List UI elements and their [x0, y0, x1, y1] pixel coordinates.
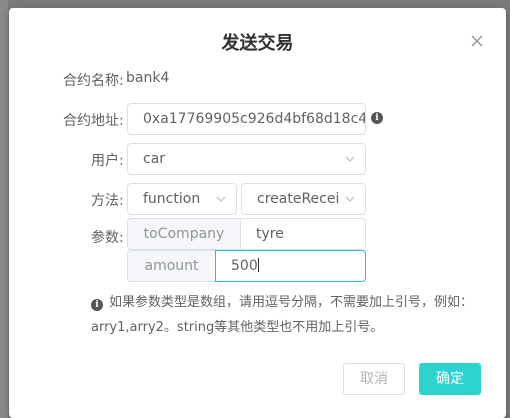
user-select[interactable]: car	[127, 143, 366, 175]
method-name-value: createReceipt	[257, 191, 339, 207]
user-label: 用户:	[91, 153, 124, 169]
dialog-title: 发送交易	[221, 33, 294, 54]
contract-name-value: bank4	[126, 70, 170, 86]
chevron-down-icon	[345, 156, 355, 162]
close-icon[interactable]	[470, 34, 484, 48]
param-name-amount: amount	[127, 250, 216, 282]
text-cursor	[257, 258, 259, 272]
send-transaction-dialog: 发送交易 合约名称: bank4 合约地址: 0xa17769905c926d4…	[9, 8, 506, 418]
method-type-select[interactable]: function	[127, 183, 237, 215]
confirm-button[interactable]: 确定	[419, 363, 481, 395]
method-label: 方法:	[91, 193, 124, 209]
info-icon: i	[91, 299, 103, 311]
param-value-amount[interactable]: 500	[215, 250, 366, 282]
cancel-button[interactable]: 取消	[343, 363, 405, 395]
param-name-tocompany: toCompany	[127, 218, 241, 250]
hint-text: 如果参数类型是数组，请用逗号分隔，不需要加上引号，例如：arry1,arry2。…	[91, 295, 474, 335]
chevron-down-icon	[345, 196, 355, 202]
contract-name-label: 合约名称:	[63, 73, 124, 89]
method-type-value: function	[143, 191, 201, 207]
info-icon: i	[371, 112, 383, 124]
param-value-amount-text: 500	[231, 258, 258, 274]
contract-address-label: 合约地址:	[63, 113, 124, 129]
background-editor-strip	[0, 0, 8, 418]
chevron-down-icon	[216, 196, 226, 202]
param-value-tocompany[interactable]: tyre	[240, 218, 366, 250]
contract-address-field[interactable]: 0xa17769905c926d4bf68d18c4d	[127, 103, 366, 135]
params-label: 参数:	[91, 230, 124, 246]
method-name-select[interactable]: createReceipt	[241, 183, 366, 215]
user-select-value: car	[143, 151, 166, 167]
hint-text-block: i 如果参数类型是数组，请用逗号分隔，不需要加上引号，例如：arry1,arry2…	[91, 290, 486, 340]
